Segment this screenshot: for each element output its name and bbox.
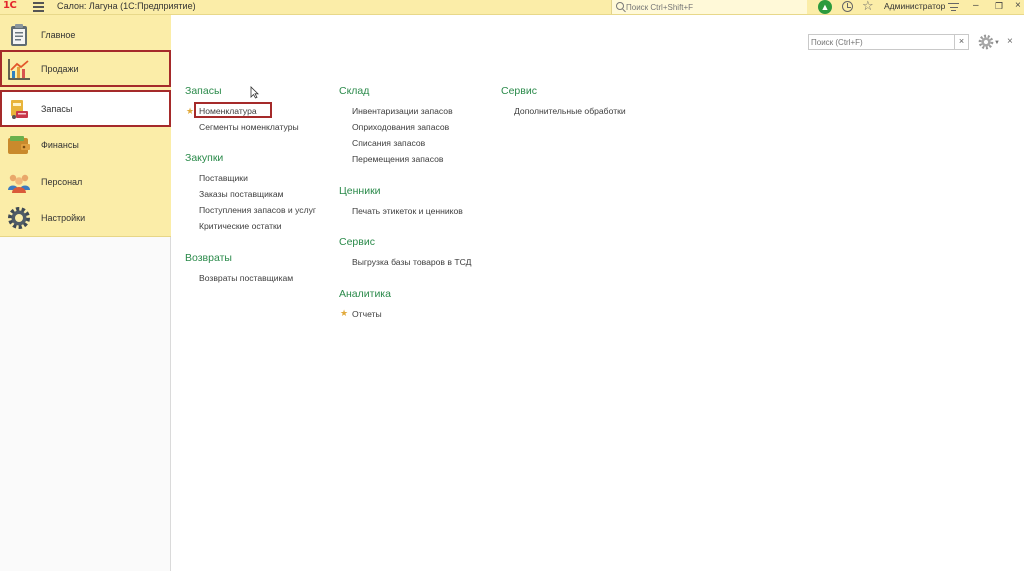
restore-icon[interactable]: ❐: [995, 1, 1003, 12]
section-title-service: Сервис: [339, 236, 375, 248]
link-reports[interactable]: Отчеты: [352, 309, 382, 319]
sidebar-item-label: Настройки: [41, 212, 86, 223]
sidebar-item-stock[interactable]: Запасы: [0, 90, 171, 127]
notification-bell-icon[interactable]: ▲: [818, 0, 832, 14]
link-export-tsd[interactable]: Выгрузка базы товаров в ТСД: [352, 257, 471, 267]
section-search[interactable]: ×: [808, 34, 969, 50]
chevron-down-icon[interactable]: ▼: [994, 40, 1000, 46]
sidebar-item-label: Продажи: [41, 63, 79, 74]
global-search-input[interactable]: [626, 1, 806, 13]
favorites-star-icon[interactable]: ☆: [862, 0, 874, 14]
sidebar-item-label: Главное: [41, 29, 76, 40]
favorite-star-icon[interactable]: ★: [186, 106, 194, 117]
link-extra-processing[interactable]: Дополнительные обработки: [514, 106, 626, 116]
app-logo: 1C: [3, 0, 17, 11]
wallet-icon: [8, 136, 30, 154]
mouse-cursor-icon: [250, 86, 259, 99]
hamburger-menu-icon[interactable]: [33, 2, 44, 12]
sales-chart-icon: [8, 59, 30, 80]
link-supplier-returns[interactable]: Возвраты поставщикам: [199, 273, 293, 283]
section-title-stock: Запасы: [185, 85, 222, 97]
sidebar-item-main[interactable]: Главное: [0, 16, 171, 53]
stock-icon: [11, 100, 28, 119]
section-title-service-2: Сервис: [501, 85, 537, 97]
link-transfers[interactable]: Перемещения запасов: [352, 154, 443, 164]
sidebar-item-label: Персонал: [41, 176, 83, 187]
section-title-price-tags: Ценники: [339, 185, 381, 197]
people-icon: [8, 174, 30, 193]
link-nomenclature[interactable]: Номенклатура: [199, 106, 257, 116]
sidebar-item-personnel[interactable]: Персонал: [0, 163, 171, 200]
section-title-warehouse: Склад: [339, 85, 370, 97]
favorite-star-icon[interactable]: ★: [340, 308, 348, 319]
sidebar-item-sales[interactable]: Продажи: [0, 50, 171, 87]
clipboard-icon: [11, 24, 27, 46]
link-stock-receipts[interactable]: Оприходования запасов: [352, 122, 449, 132]
title-bar: 1C Салон: Лагуна (1С:Предприятие) ▲ ☆ Ад…: [0, 0, 1024, 15]
sidebar-item-label: Запасы: [41, 103, 73, 114]
close-window-icon[interactable]: ×: [1015, 0, 1021, 11]
sidebar-item-settings[interactable]: Настройки: [0, 199, 171, 236]
global-search[interactable]: [611, 0, 807, 14]
close-panel-icon[interactable]: ×: [1007, 36, 1013, 47]
app-title: Салон: Лагуна (1С:Предприятие): [57, 1, 196, 11]
link-nomenclature-segments[interactable]: Сегменты номенклатуры: [199, 122, 299, 132]
link-write-offs[interactable]: Списания запасов: [352, 138, 425, 148]
link-supplier-orders[interactable]: Заказы поставщикам: [199, 189, 284, 199]
settings-gear-icon[interactable]: [978, 34, 994, 50]
gear-icon: [8, 207, 30, 229]
link-suppliers[interactable]: Поставщики: [199, 173, 248, 183]
section-title-purchases: Закупки: [185, 152, 224, 164]
link-print-labels[interactable]: Печать этикеток и ценников: [352, 206, 463, 216]
link-inventory-counts[interactable]: Инвентаризации запасов: [352, 106, 453, 116]
clear-search-icon[interactable]: ×: [954, 35, 968, 49]
sidebar-item-label: Финансы: [41, 139, 79, 150]
history-icon[interactable]: [842, 1, 853, 12]
settings-menu-icon[interactable]: [948, 3, 959, 14]
user-name[interactable]: Администратор: [884, 1, 945, 11]
section-search-input[interactable]: [811, 36, 955, 48]
minimize-icon[interactable]: –: [973, 0, 979, 11]
link-goods-receipts[interactable]: Поступления запасов и услуг: [199, 205, 316, 215]
sidebar-item-finance[interactable]: Финансы: [0, 126, 171, 163]
sidebar: Главное Продажи Запасы Финансы Персонал …: [0, 15, 171, 571]
section-title-returns: Возвраты: [185, 252, 232, 264]
search-icon: [616, 2, 624, 10]
section-title-analytics: Аналитика: [339, 288, 391, 300]
link-critical-stock[interactable]: Критические остатки: [199, 221, 282, 231]
